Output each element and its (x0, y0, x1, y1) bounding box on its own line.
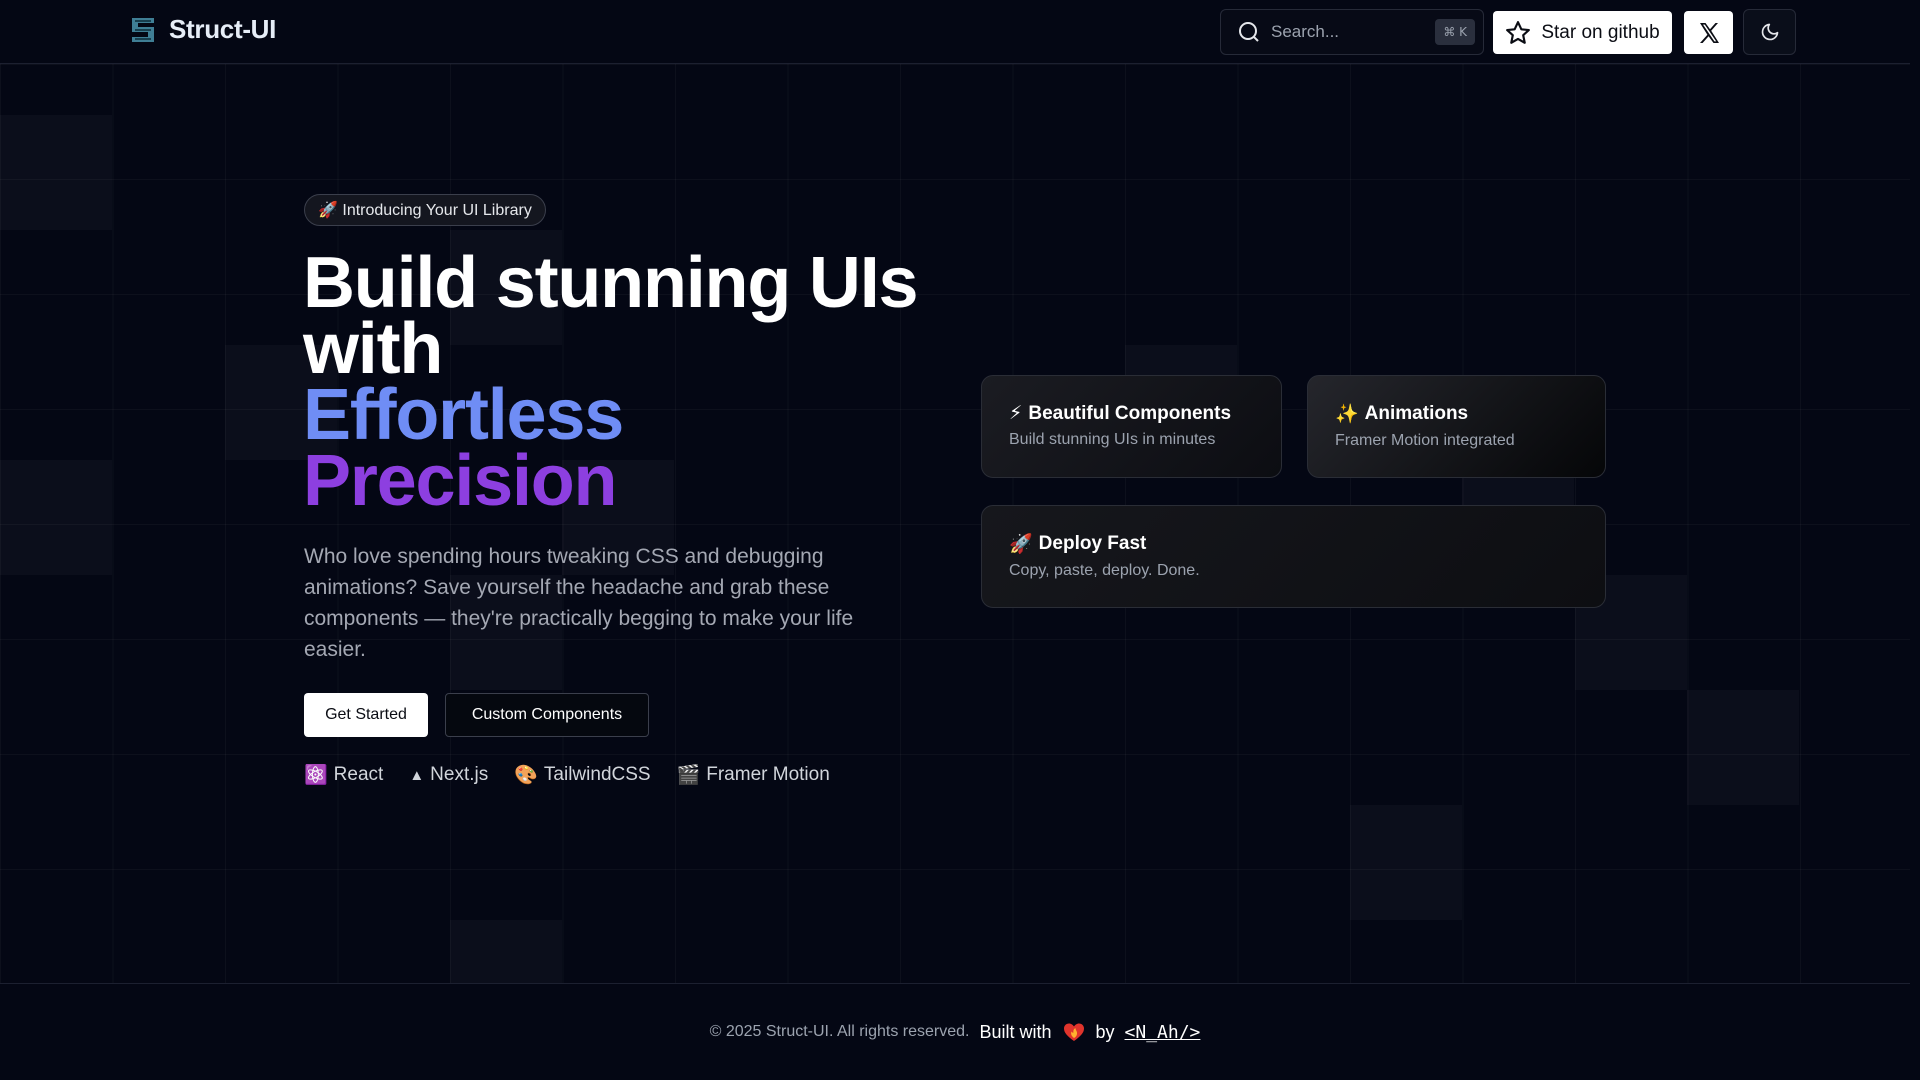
tech-label: React (333, 764, 384, 785)
fire-heart-icon (1063, 1023, 1084, 1041)
hero-headline: Build stunning UIs with Effortless Preci… (303, 243, 983, 521)
brand-name: Struct-UI (169, 14, 277, 44)
feature-title-text: Deploy Fast (1038, 533, 1147, 554)
x-logo-icon (1699, 22, 1719, 43)
tech-item-nextjs: ▲ Next.js (409, 763, 488, 787)
grid-background (0, 64, 1910, 984)
theme-toggle-button[interactable] (1743, 9, 1796, 55)
headline-highlight-precision: Precision (303, 441, 618, 521)
search-placeholder: Search... (1271, 22, 1340, 41)
get-started-button[interactable]: Get Started (304, 693, 428, 737)
feature-card-description: Framer Motion integrated (1335, 432, 1515, 449)
tech-item-tailwind: 🎨 TailwindCSS (514, 763, 650, 787)
copyright-text: © 2025 Struct-UI. All rights reserved. (709, 1023, 970, 1040)
top-navbar: Struct-UI Search... ⌘ K Star on github (0, 0, 1910, 64)
star-icon (1506, 20, 1531, 44)
headline-highlight-effortless: Effortless (303, 375, 624, 455)
intro-badge-label: 🚀 Introducing Your UI Library (318, 202, 532, 219)
grid-highlight-cell (1687, 690, 1799, 805)
site-footer: © 2025 Struct-UI. All rights reserved. B… (0, 983, 1910, 1080)
custom-components-button[interactable]: Custom Components (445, 693, 649, 737)
search-shortcut-badge: ⌘ K (1435, 19, 1475, 45)
hero-description: Who love spending hours tweaking CSS and… (304, 545, 854, 661)
moon-icon (1761, 23, 1778, 41)
built-with-label: Built with (979, 1021, 1052, 1042)
search-input[interactable]: Search... ⌘ K (1220, 9, 1484, 55)
grid-highlight-cell (450, 920, 562, 984)
nextjs-triangle-icon: ▲ (409, 766, 425, 784)
feature-card-components[interactable]: ⚡ Beautiful Components Build stunning UI… (981, 375, 1282, 478)
tech-label: Next.js (430, 764, 489, 785)
palette-icon: 🎨 (514, 765, 538, 786)
grid-highlight-cell (0, 115, 112, 230)
feature-card-animations[interactable]: ✨ Animations Framer Motion integrated (1307, 375, 1606, 478)
rocket-icon: 🚀 (1009, 534, 1033, 555)
feature-card-title: 🚀 Deploy Fast (1009, 532, 1578, 556)
feature-title-text: Animations (1364, 403, 1469, 424)
feature-title-text: Beautiful Components (1028, 402, 1232, 424)
tech-label: Framer Motion (706, 764, 830, 785)
built-with-text: Built with by <N_Ah/> (979, 1020, 1200, 1044)
feature-card-title: ✨ Animations (1335, 402, 1578, 426)
react-icon: ⚛️ (304, 765, 328, 786)
grid-highlight-cell (0, 460, 112, 575)
lightning-icon: ⚡ (1009, 403, 1023, 424)
intro-badge: 🚀 Introducing Your UI Library (304, 194, 546, 226)
feature-card-deploy[interactable]: 🚀 Deploy Fast Copy, paste, deploy. Done. (981, 505, 1606, 608)
feature-card-description: Copy, paste, deploy. Done. (1009, 562, 1200, 579)
star-button-label: Star on github (1541, 21, 1660, 43)
clapperboard-icon: 🎬 (676, 765, 701, 786)
struct-logo-icon (132, 17, 154, 42)
star-on-github-button[interactable]: Star on github (1493, 11, 1672, 54)
headline-line-2: with (303, 309, 443, 389)
feature-card-description: Build stunning UIs in minutes (1009, 431, 1216, 448)
search-icon (1239, 22, 1259, 42)
brand-link[interactable]: Struct-UI (129, 14, 276, 45)
by-label: by (1095, 1021, 1115, 1042)
tech-item-framer-motion: 🎬 Framer Motion (677, 763, 830, 787)
tech-item-react: ⚛️ React (304, 763, 383, 787)
tech-label: TailwindCSS (543, 764, 651, 785)
headline-line-1: Build stunning UIs (303, 243, 919, 323)
feature-card-title: ⚡ Beautiful Components (1009, 402, 1254, 425)
grid-highlight-cell (1350, 805, 1462, 920)
sparkles-icon: ✨ (1335, 404, 1359, 425)
tech-stack-list: ⚛️ React ▲ Next.js 🎨 TailwindCSS 🎬 Frame… (304, 763, 830, 787)
x-twitter-button[interactable] (1684, 11, 1733, 54)
author-link[interactable]: <N_Ah/> (1125, 1022, 1201, 1043)
